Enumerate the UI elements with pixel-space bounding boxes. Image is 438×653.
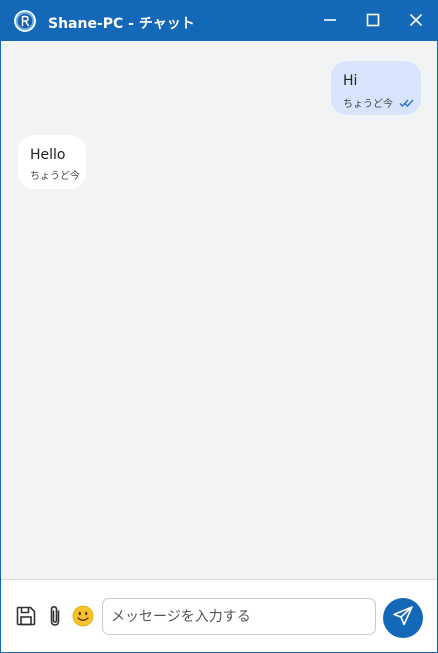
message-meta: ちょうど今 <box>343 93 414 112</box>
minimize-button[interactable] <box>309 1 351 41</box>
send-icon <box>392 605 414 631</box>
maximize-button[interactable] <box>352 1 394 41</box>
message-meta: ちょうど今 <box>30 167 80 182</box>
attach-button[interactable] <box>43 604 67 632</box>
message-time: ちょうど今 <box>30 171 80 182</box>
close-icon <box>409 12 423 31</box>
paperclip-icon <box>46 604 64 632</box>
chat-window: Shane-PC - チャット Hi ちょうど今 Hello ちょうど今 メッセ… <box>0 0 438 653</box>
close-button[interactable] <box>395 1 437 41</box>
message-input[interactable] <box>102 598 376 635</box>
message-text: Hello <box>30 147 66 163</box>
message-text: Hi <box>343 73 358 89</box>
minimize-icon <box>323 12 337 31</box>
message-list: Hi ちょうど今 Hello ちょうど今 <box>1 41 437 580</box>
message-time: ちょうど今 <box>343 99 393 110</box>
title-bar: Shane-PC - チャット <box>1 1 437 41</box>
incoming-message: Hello ちょうど今 <box>18 135 86 189</box>
emoji-button[interactable] <box>71 605 95 631</box>
window-title: Shane-PC - チャット <box>48 16 195 32</box>
app-logo-icon <box>13 9 37 33</box>
maximize-icon <box>366 12 380 31</box>
send-button[interactable] <box>383 598 423 638</box>
emoji-icon <box>72 605 94 631</box>
save-icon <box>15 605 37 631</box>
composer-bar <box>1 579 437 652</box>
outgoing-message: Hi ちょうど今 <box>331 61 421 115</box>
double-check-icon <box>399 93 415 112</box>
save-button[interactable] <box>14 606 38 630</box>
